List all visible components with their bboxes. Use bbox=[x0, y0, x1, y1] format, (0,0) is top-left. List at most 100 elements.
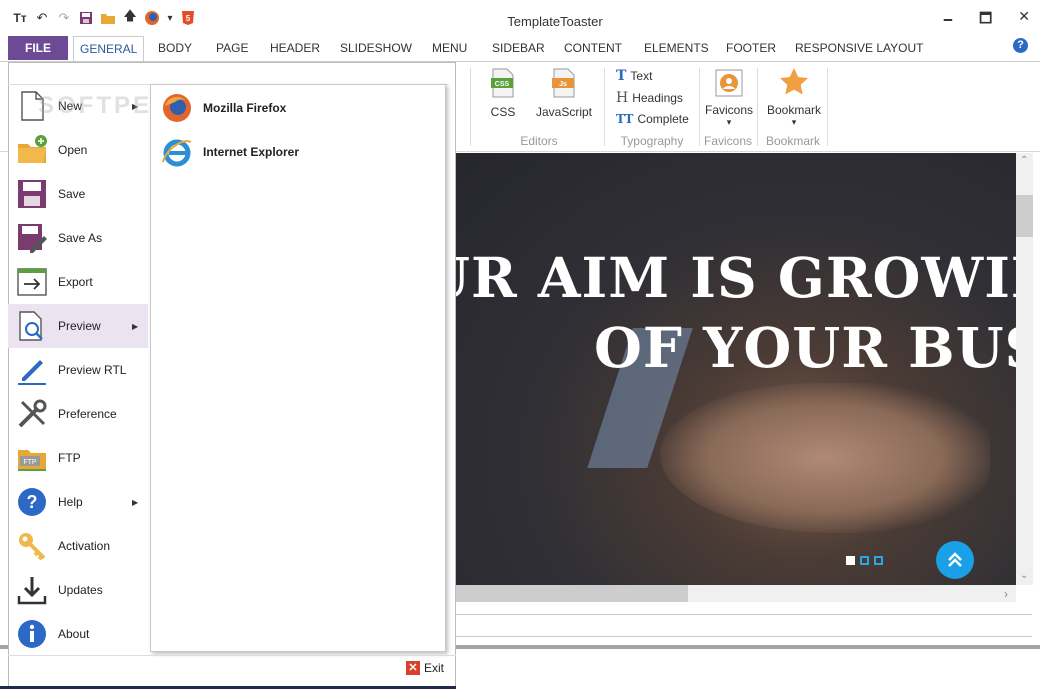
bookmark-dropdown-arrow: ▾ bbox=[791, 117, 797, 127]
submenu-label: Mozilla Firefox bbox=[203, 101, 287, 115]
slider-dot[interactable] bbox=[846, 556, 855, 565]
horizontal-scrollbar-thumb[interactable] bbox=[450, 585, 688, 602]
file-menu-item-help[interactable]: ? Help ▶ bbox=[8, 480, 148, 524]
file-menu-item-ftp[interactable]: FTP FTP bbox=[8, 436, 148, 480]
submenu-arrow-icon: ▶ bbox=[132, 321, 139, 331]
exit-button[interactable]: ✕ Exit bbox=[406, 661, 444, 675]
close-button[interactable]: ✕ bbox=[1018, 8, 1030, 32]
file-menu-item-activation[interactable]: Activation bbox=[8, 524, 148, 568]
headings-label: Headings bbox=[632, 91, 683, 105]
preview-rtl-pen-icon bbox=[18, 360, 46, 385]
ribbon-separator bbox=[470, 68, 471, 146]
file-menu-label: About bbox=[58, 627, 90, 641]
slider-dot[interactable] bbox=[860, 556, 869, 565]
file-menu-list: New ▶ Open Save Save As Export Preview ▶… bbox=[8, 84, 150, 654]
editors-group: CSS CSS Js JavaScript Editors bbox=[475, 62, 603, 150]
tab-slideshow[interactable]: SLIDESHOW bbox=[340, 41, 412, 55]
scroll-up-arrow-icon[interactable]: ⌃ bbox=[1020, 155, 1028, 166]
css-label: CSS bbox=[490, 105, 516, 119]
ftp-badge-text: FTP bbox=[23, 459, 37, 466]
tab-responsive-layout[interactable]: RESPONSIVE LAYOUT bbox=[795, 41, 923, 55]
file-menu-label: Updates bbox=[58, 583, 103, 597]
divider bbox=[450, 636, 1032, 637]
js-badge-text: Js bbox=[559, 81, 567, 88]
tab-content[interactable]: CONTENT bbox=[564, 41, 622, 55]
save-as-icon bbox=[18, 224, 47, 253]
svg-text:?: ? bbox=[27, 492, 38, 512]
submenu-arrow-icon: ▶ bbox=[132, 497, 139, 507]
ribbon-separator bbox=[827, 68, 828, 146]
ribbon-tabs: FILE GENERAL BODY PAGE HEADER SLIDESHOW … bbox=[0, 36, 1040, 62]
tab-page[interactable]: PAGE bbox=[216, 41, 248, 55]
divider bbox=[8, 655, 456, 656]
ftp-icon: FTP bbox=[18, 450, 46, 471]
file-menu-label: Export bbox=[58, 275, 93, 289]
exit-icon: ✕ bbox=[406, 661, 420, 675]
vertical-scrollbar-thumb[interactable] bbox=[1016, 195, 1033, 237]
tab-sidebar[interactable]: SIDEBAR bbox=[492, 41, 545, 55]
file-menu-label: Save As bbox=[58, 231, 103, 245]
download-icon bbox=[17, 577, 47, 605]
minimize-button[interactable]: 🗕 bbox=[943, 8, 953, 32]
complete-button[interactable]: TT Complete bbox=[616, 112, 689, 126]
design-canvas[interactable]: UR AIM IS GROWING A OF YOUR BUSIN bbox=[450, 153, 1016, 585]
file-menu-item-about[interactable]: About bbox=[8, 612, 148, 656]
favicons-dropdown-arrow: ▾ bbox=[726, 117, 732, 127]
bookmark-button[interactable]: Bookmark ▾ bbox=[762, 66, 826, 128]
bookmark-label: Bookmark bbox=[766, 103, 822, 117]
internet-explorer-icon bbox=[162, 139, 192, 167]
file-menu-label: Activation bbox=[58, 539, 111, 553]
text-button[interactable]: T Text bbox=[616, 68, 652, 84]
double-chevron-up-icon bbox=[948, 552, 962, 567]
file-menu-label: Preference bbox=[58, 407, 117, 421]
key-icon bbox=[19, 533, 46, 561]
submenu-item-internet-explorer[interactable]: Internet Explorer bbox=[161, 135, 299, 169]
css-button[interactable]: CSS CSS bbox=[481, 68, 525, 119]
open-folder-icon bbox=[18, 135, 47, 163]
file-menu-label: Preview RTL bbox=[58, 363, 127, 377]
complete-icon: TT bbox=[616, 112, 634, 126]
file-menu-item-export[interactable]: Export bbox=[8, 260, 148, 304]
scroll-down-arrow-icon[interactable]: ⌄ bbox=[1020, 570, 1028, 581]
tab-body[interactable]: BODY bbox=[158, 41, 192, 55]
help-icon: ? bbox=[18, 488, 46, 516]
tab-menu[interactable]: MENU bbox=[432, 41, 467, 55]
file-menu-item-preview[interactable]: Preview ▶ bbox=[8, 304, 148, 348]
submenu-item-firefox[interactable]: Mozilla Firefox bbox=[161, 91, 286, 125]
tab-general[interactable]: GENERAL bbox=[73, 36, 145, 62]
export-icon bbox=[17, 268, 47, 296]
file-menu-item-save[interactable]: Save bbox=[8, 172, 148, 216]
slider-dot[interactable] bbox=[874, 556, 883, 565]
javascript-label: JavaScript bbox=[535, 105, 593, 119]
bookmark-group: Bookmark ▾ Bookmark bbox=[758, 62, 828, 150]
file-menu-item-open[interactable]: Open bbox=[8, 128, 148, 172]
ribbon-separator bbox=[604, 68, 605, 146]
text-icon: T bbox=[616, 68, 627, 84]
exit-label: Exit bbox=[424, 661, 445, 675]
scroll-top-button[interactable] bbox=[936, 541, 974, 579]
file-menu-item-save-as[interactable]: Save As bbox=[8, 216, 148, 260]
file-menu-item-preview-rtl[interactable]: Preview RTL bbox=[8, 348, 148, 392]
slide-headline-line-2: OF YOUR BUSIN bbox=[594, 315, 1016, 380]
maximize-button[interactable]: 🗖 bbox=[979, 8, 992, 32]
wrench-screwdriver-icon bbox=[18, 399, 47, 428]
star-icon bbox=[780, 68, 808, 95]
headings-icon: H bbox=[616, 90, 629, 106]
file-menu-item-preference[interactable]: Preference bbox=[8, 392, 148, 436]
tab-header[interactable]: HEADER bbox=[270, 41, 320, 55]
tab-footer[interactable]: FOOTER bbox=[726, 41, 776, 55]
editors-group-label: Editors bbox=[520, 134, 558, 148]
javascript-button[interactable]: Js JavaScript bbox=[531, 68, 597, 119]
tab-elements[interactable]: ELEMENTS bbox=[644, 41, 709, 55]
typography-group: T Text H Headings TT Complete Typography bbox=[606, 62, 698, 150]
favicons-button[interactable]: Favicons ▾ bbox=[702, 68, 756, 128]
file-menu-label: Open bbox=[58, 143, 88, 157]
scroll-right-arrow-icon[interactable]: › bbox=[1004, 587, 1008, 601]
file-menu-item-updates[interactable]: Updates bbox=[8, 568, 148, 612]
headings-button[interactable]: H Headings bbox=[616, 90, 683, 106]
file-menu-label: FTP bbox=[58, 451, 81, 465]
tab-file[interactable]: FILE bbox=[8, 36, 68, 60]
info-icon bbox=[18, 620, 46, 648]
help-icon[interactable]: ? bbox=[1013, 38, 1028, 53]
typography-group-label: Typography bbox=[620, 134, 684, 148]
